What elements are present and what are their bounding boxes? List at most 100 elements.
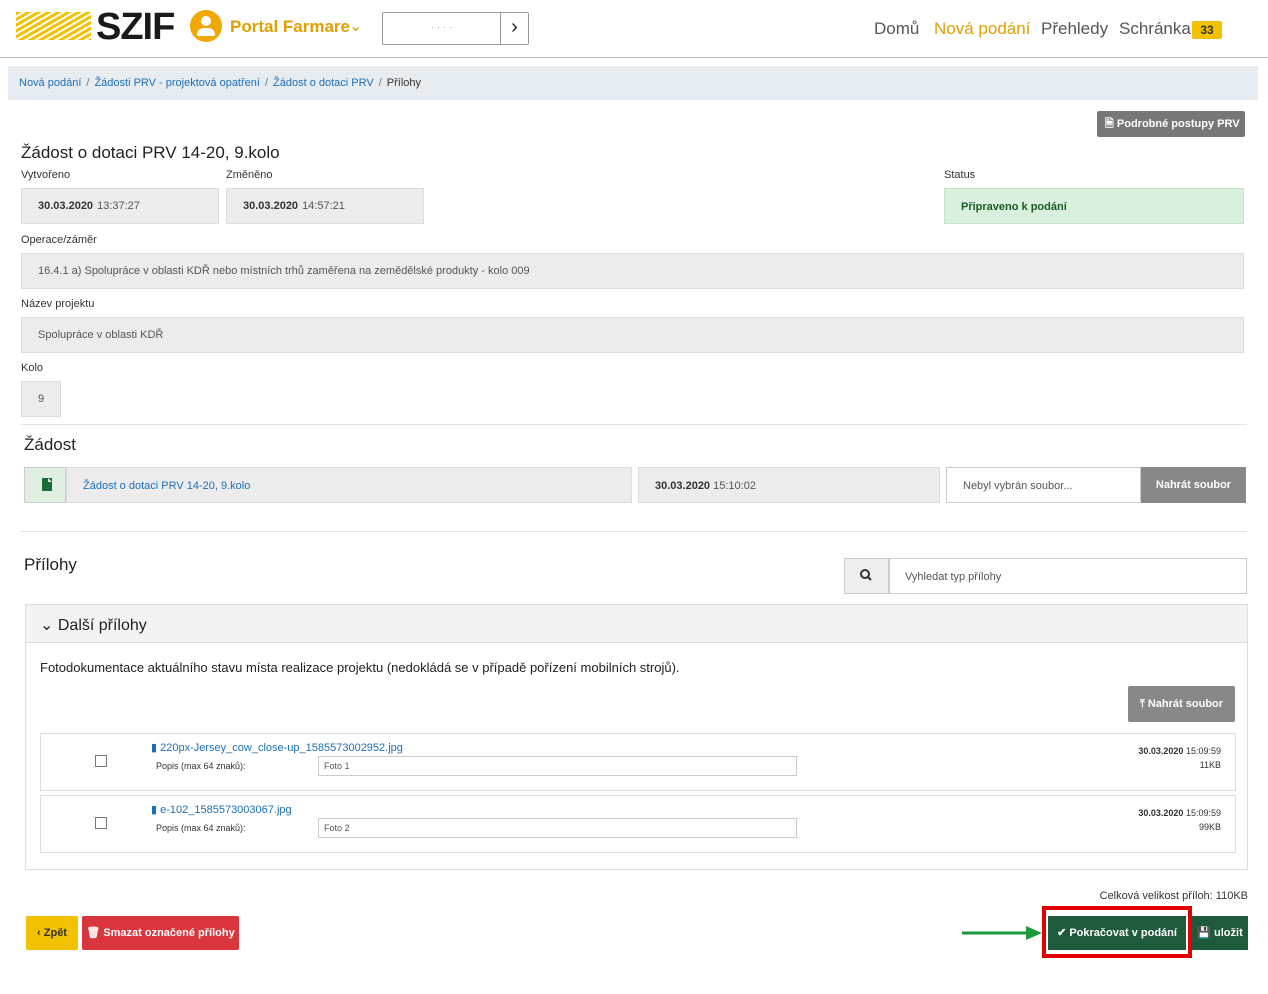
breadcrumb: Nová podání / Žádosti PRV - projektová opa… (8, 66, 1258, 100)
delete-selected-attachments-button[interactable]: 🗑 Smazat označené přílohy (82, 916, 239, 950)
nav-new-submissions[interactable]: Nová podání (934, 19, 1030, 39)
changed-label: Změněno (226, 169, 273, 181)
upload-icon: ⤒ (1139, 698, 1148, 710)
total-attachments-size: Celková velikost příloh: 110KB (1099, 890, 1248, 902)
request-document-date: 30.03.2020 15:10:02 (638, 467, 940, 503)
divider (21, 531, 1247, 532)
changed-time: 14:57:21 (302, 200, 345, 212)
check-icon: ✔ (1057, 927, 1070, 939)
nav-home[interactable]: Domů (874, 19, 919, 39)
request-date: 30.03.2020 (655, 480, 711, 492)
save-button[interactable]: 💾 uložit (1192, 916, 1248, 950)
top-header: SZIF Portal Farmare ⌄ · · · · › Domů Nov… (0, 0, 1268, 58)
continue-submission-button[interactable]: ✔ Pokračovat v podání (1048, 916, 1186, 950)
chevron-left-icon: ‹ (37, 927, 44, 939)
document-icon: 🗎 (1105, 118, 1117, 130)
attachment-checkbox[interactable] (95, 755, 107, 767)
request-upload-button[interactable]: Nahrát soubor (1141, 467, 1246, 503)
breadcrumb-link-prv-requests[interactable]: Žádosti PRV - projektová opatření (94, 77, 260, 89)
created-field: 30.03.2020 13:37:27 (21, 188, 219, 224)
search-button[interactable] (844, 558, 889, 594)
back-label: Zpět (43, 927, 67, 939)
delete-label: Smazat označené přílohy (103, 927, 235, 939)
request-document-link[interactable]: Žádost o dotaci PRV 14-20, 9.kolo (66, 467, 632, 503)
status-badge: Připraveno k podání (944, 188, 1244, 224)
nav-inbox[interactable]: Schránka (1119, 19, 1191, 39)
project-name-label: Název projektu (21, 298, 95, 310)
szif-logo-icon[interactable] (16, 12, 91, 40)
attachment-file-link[interactable]: ▮ 220px-Jersey_cow_close-up_158557300295… (151, 741, 403, 754)
save-icon: 💾 (1197, 927, 1215, 939)
round-label: Kolo (21, 362, 44, 374)
attachments-upload-button[interactable]: ⤒ Nahrát soubor (1128, 686, 1235, 722)
attachment-description-input[interactable]: Foto 2 (318, 818, 797, 838)
attachment-size: 99KB (1198, 822, 1221, 832)
attachment-date: 30.03.2020 15:09:59 (1138, 808, 1221, 818)
breadcrumb-separator: / (378, 77, 382, 89)
szif-logo-text[interactable]: SZIF (96, 6, 175, 49)
description-label: Popis (max 64 znaků): (156, 823, 246, 833)
attachment-file-name: e-102_1585573003067.jpg (160, 804, 292, 816)
page-title: Žádost o dotaci PRV 14-20, 9.kolo (21, 143, 280, 162)
created-time: 13:37:27 (97, 200, 140, 212)
attachment-type-search-input[interactable]: Vyhledat typ přílohy (889, 558, 1247, 594)
changed-date: 30.03.2020 (243, 200, 299, 212)
breadcrumb-separator: / (86, 77, 90, 89)
other-attachments-title: Další přílohy (57, 617, 147, 634)
other-attachments-toggle[interactable]: ⌄ Další přílohy (26, 605, 1247, 643)
subject-input[interactable]: · · · · (383, 13, 501, 44)
attachment-date-time: 15:09:59 (1185, 746, 1221, 756)
changed-field: 30.03.2020 14:57:21 (226, 188, 424, 224)
operation-label: Operace/záměr (21, 234, 97, 246)
breadcrumb-separator: / (264, 77, 269, 89)
attachment-date: 30.03.2020 15:09:59 (1138, 746, 1221, 756)
file-icon: ▮ (151, 742, 161, 754)
attachment-date-day: 30.03.2020 (1138, 808, 1184, 818)
attachment-checkbox[interactable] (95, 817, 107, 829)
breadcrumb-link-new-submissions[interactable]: Nová podání (19, 77, 81, 89)
portal-menu-label[interactable]: Portal Farmare (230, 17, 350, 37)
arrow-icon (962, 926, 1042, 940)
attachments-upload-label: Nahrát soubor (1147, 698, 1224, 710)
attachment-date-time: 15:09:59 (1185, 808, 1221, 818)
operation-field: 16.4.1 a) Spolupráce v oblasti KDŘ nebo … (21, 253, 1244, 289)
round-field: 9 (21, 381, 61, 417)
save-label: uložit (1214, 927, 1243, 939)
attachments-heading: Přílohy (24, 555, 77, 574)
attachment-row: ▮ 220px-Jersey_cow_close-up_158557300295… (40, 733, 1236, 791)
pdf-file-icon (42, 478, 52, 491)
attachment-file-name: 220px-Jersey_cow_close-up_1585573002952.… (160, 742, 403, 754)
attachment-row: ▮ e-102_1585573003067.jpg Popis (max 64 … (40, 795, 1236, 853)
attachment-date-day: 30.03.2020 (1138, 746, 1184, 756)
request-time: 15:10:02 (713, 480, 756, 492)
breadcrumb-current: Přílohy (386, 77, 422, 89)
created-label: Vytvořeno (21, 169, 71, 181)
breadcrumb-link-prv-request[interactable]: Žádost o dotaci PRV (273, 77, 374, 89)
chevron-down-icon[interactable]: ⌄ (349, 16, 362, 36)
file-icon: ▮ (151, 804, 161, 816)
chevron-down-icon: ⌄ (40, 617, 54, 634)
request-file-field[interactable]: Nebyl vybrán soubor... (946, 467, 1141, 503)
attachments-panel: ⌄ Další přílohy Fotodokumentace aktuální… (25, 604, 1248, 870)
project-name-field: Spolupráce v oblasti KDŘ (21, 317, 1244, 353)
attachment-file-link[interactable]: ▮ e-102_1585573003067.jpg (151, 803, 292, 816)
nav-overviews[interactable]: Přehledy (1041, 19, 1108, 39)
request-section-heading: Žádost (24, 435, 76, 454)
chevron-right-icon[interactable]: › (501, 13, 528, 44)
attachment-description-input[interactable]: Foto 1 (318, 756, 797, 776)
continue-label: Pokračovat v podání (1069, 927, 1177, 939)
back-button[interactable]: ‹ Zpět (26, 916, 78, 950)
subject-selector[interactable]: · · · · › (382, 12, 529, 45)
prv-procedures-button[interactable]: 🗎 Podrobné postupy PRV (1097, 111, 1245, 137)
pdf-cell (24, 467, 66, 503)
inbox-count-badge[interactable]: 33 (1192, 21, 1222, 39)
attachment-size: 11KB (1199, 760, 1221, 770)
created-date: 30.03.2020 (38, 200, 94, 212)
divider (21, 424, 1247, 425)
trash-icon: 🗑 (86, 927, 104, 939)
attachments-description: Fotodokumentace aktuálního stavu místa r… (40, 660, 680, 675)
user-icon[interactable] (190, 10, 222, 42)
status-label: Status (944, 169, 976, 181)
prv-procedures-label: Podrobné postupy PRV (1116, 118, 1240, 130)
description-label: Popis (max 64 znaků): (156, 761, 246, 771)
